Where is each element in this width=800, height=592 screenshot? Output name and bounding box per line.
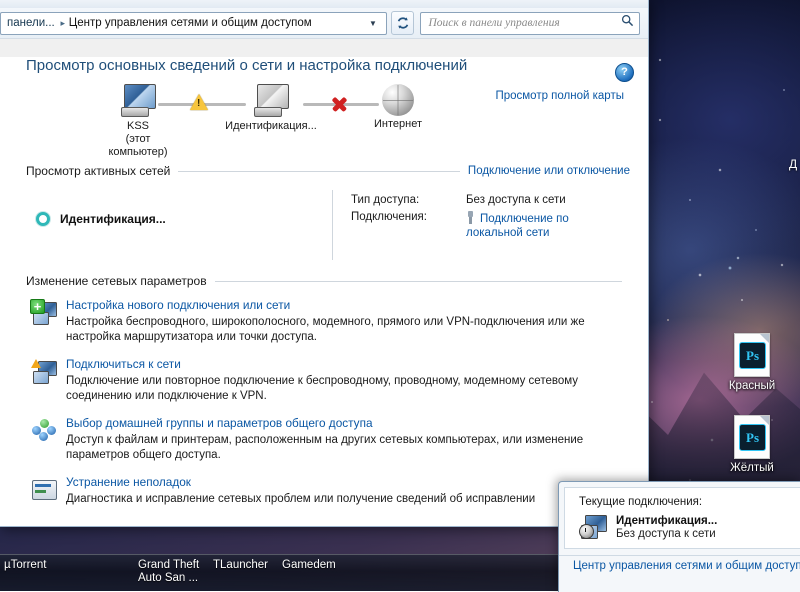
connect-disconnect-link[interactable]: Подключение или отключение (468, 165, 630, 177)
help-icon[interactable]: ? (615, 63, 634, 82)
address-bar-row: панели... ▸ Центр управления сетями и об… (0, 8, 648, 39)
search-placeholder: Поиск в панели управления (428, 17, 559, 29)
photoshop-file-icon: Ps (734, 415, 770, 459)
settings-header: Изменение сетевых параметров (26, 274, 630, 288)
active-network-details: Тип доступа: Без доступа к сети Подключе… (351, 194, 596, 245)
access-type-value: Без доступа к сети (466, 194, 566, 206)
desktop-icon-krasny[interactable]: Ps Красный (714, 333, 790, 392)
new-connection-icon: + (30, 299, 58, 327)
window-titlebar (0, 0, 648, 8)
setting-description: Диагностика и исправление сетевых пробле… (66, 492, 626, 507)
active-network-entry[interactable]: Идентификация... (36, 212, 166, 226)
setting-item-troubleshoot[interactable]: Устранение неполадок Диагностика и испра… (26, 475, 630, 509)
flyout-connection-entry[interactable]: Идентификация... Без доступа к сети (579, 515, 800, 540)
active-networks-header: Просмотр активных сетей Подключение или … (26, 164, 630, 178)
warning-icon: ! (190, 94, 208, 110)
ps-badge: Ps (739, 342, 766, 369)
identifying-ring-icon (36, 212, 50, 226)
page-title: Просмотр основных сведений о сети и наст… (26, 57, 630, 74)
taskbar-item-tlauncher[interactable]: TLauncher (213, 559, 268, 572)
network-plug-icon (466, 211, 475, 224)
network-map: Просмотр полной карты KSS (этот компьюте… (18, 82, 630, 152)
chevron-down-icon[interactable]: ▼ (364, 13, 382, 34)
taskbar-item-gamedem[interactable]: Gamedem (282, 559, 336, 572)
active-networks-panel: Идентификация... Тип доступа: Без доступ… (26, 190, 630, 262)
search-input[interactable]: Поиск в панели управления (420, 12, 640, 35)
computer-icon (118, 84, 158, 118)
map-node-this-computer[interactable]: KSS (этот компьютер) (96, 84, 180, 159)
connections-link-wrap[interactable]: Подключение по локальной сети (466, 211, 596, 240)
setting-description: Подключение или повторное подключение к … (66, 374, 626, 404)
map-node-label: Интернет (358, 118, 438, 131)
setting-item-new-connection[interactable]: + Настройка нового подключения или сети … (26, 298, 630, 345)
access-type-label: Тип доступа: (351, 194, 466, 206)
map-node-identifying[interactable]: Идентификация... (225, 84, 317, 133)
setting-item-homegroup[interactable]: Выбор домашней группы и параметров общег… (26, 416, 630, 463)
desktop-icon-zhyolty[interactable]: Ps Жёлтый (714, 415, 790, 474)
map-node-label: Идентификация... (225, 120, 317, 133)
setting-title[interactable]: Устранение неполадок (66, 475, 630, 489)
taskbar-item-gta[interactable]: Grand Theft Auto San ... (138, 559, 199, 585)
active-network-name: Идентификация... (60, 212, 166, 226)
setting-title[interactable]: Настройка нового подключения или сети (66, 298, 630, 312)
photoshop-file-icon: Ps (734, 333, 770, 377)
flyout-heading: Текущие подключения: (579, 496, 800, 508)
map-node-label: KSS (этот компьютер) (96, 120, 180, 159)
setting-title[interactable]: Выбор домашней группы и параметров общег… (66, 416, 630, 430)
address-bar[interactable]: панели... ▸ Центр управления сетями и об… (0, 12, 387, 35)
breadcrumb-current[interactable]: Центр управления сетями и общим доступом (69, 17, 312, 29)
search-icon (621, 14, 634, 32)
breadcrumb-separator-icon: ▸ (57, 18, 69, 29)
desktop-edge-label: Д (789, 157, 797, 171)
divider-line (178, 171, 460, 172)
flyout-network-center-link[interactable]: Центр управления сетями и общим доступу (559, 552, 800, 572)
divider-line (215, 281, 622, 282)
breadcrumb-prefix[interactable]: панели... (1, 17, 57, 29)
red-x-icon (330, 95, 348, 113)
desktop-icon-label: Жёлтый (714, 462, 790, 474)
flyout-connection-name: Идентификация... (616, 515, 717, 527)
setting-description: Доступ к файлам и принтерам, расположенн… (66, 433, 626, 463)
taskbar-item-utorrent[interactable]: µTorrent (4, 559, 46, 572)
setting-title[interactable]: Подключиться к сети (66, 357, 630, 371)
globe-icon (382, 84, 414, 116)
map-node-internet[interactable]: Интернет (358, 84, 438, 131)
detail-row-access-type: Тип доступа: Без доступа к сети (351, 194, 596, 206)
detail-row-connections: Подключения: Подключение по локальной се… (351, 211, 596, 240)
connect-to-network-icon (30, 358, 58, 386)
network-flyout-panel: Текущие подключения: Идентификация... Бе… (558, 481, 800, 592)
settings-list: + Настройка нового подключения или сети … (26, 298, 630, 509)
troubleshoot-icon (30, 476, 58, 504)
homegroup-icon (30, 417, 58, 445)
desktop-icon-label: Красный (714, 380, 790, 392)
view-full-map-link[interactable]: Просмотр полной карты (495, 90, 624, 102)
window-content: ? Просмотр основных сведений о сети и на… (0, 57, 648, 527)
settings-heading: Изменение сетевых параметров (26, 274, 207, 288)
ps-badge: Ps (739, 424, 766, 451)
flyout-connection-status: Без доступа к сети (616, 528, 717, 540)
multiple-computers-icon (251, 84, 291, 118)
refresh-icon[interactable] (391, 11, 414, 35)
lan-connection-link[interactable]: Подключение по локальной сети (466, 213, 569, 239)
flyout-body: Текущие подключения: Идентификация... Бе… (564, 487, 800, 549)
setting-description: Настройка беспроводного, широкополосного… (66, 315, 626, 345)
network-sharing-center-window: панели... ▸ Центр управления сетями и об… (0, 0, 649, 527)
network-connection-icon (579, 515, 607, 539)
connections-label: Подключения: (351, 211, 466, 240)
vertical-divider (332, 190, 333, 260)
active-networks-heading: Просмотр активных сетей (26, 164, 170, 178)
setting-item-connect-to-network[interactable]: Подключиться к сети Подключение или повт… (26, 357, 630, 404)
